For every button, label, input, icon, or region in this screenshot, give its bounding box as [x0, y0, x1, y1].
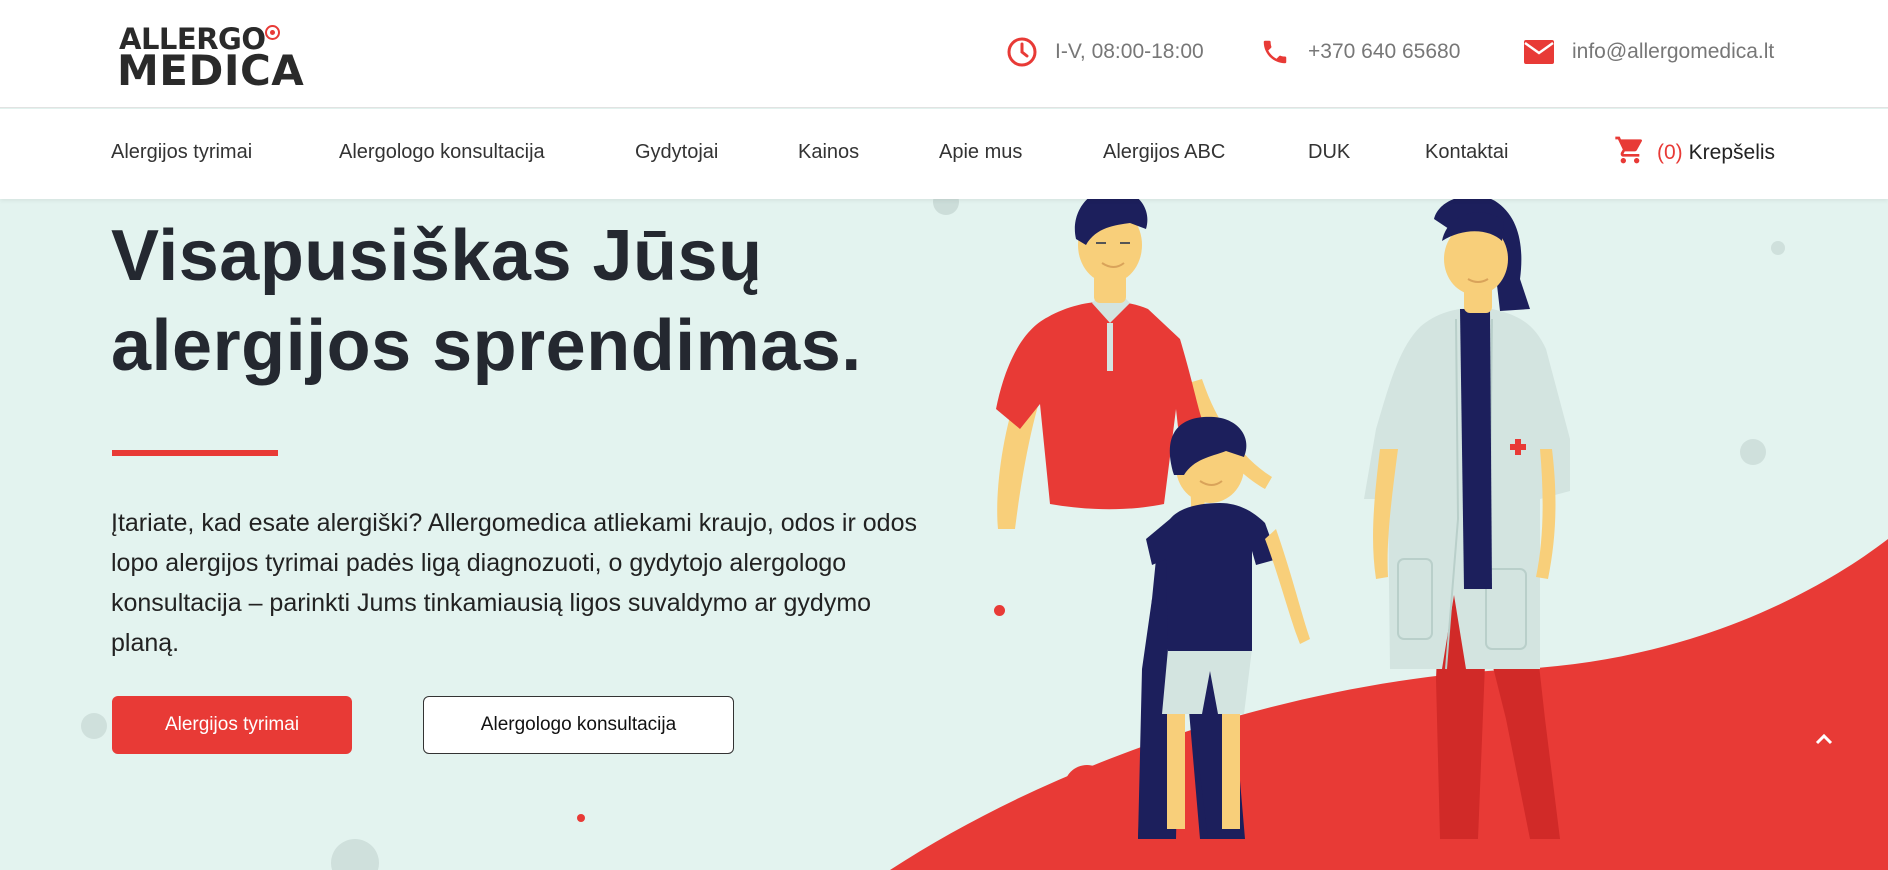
scroll-to-top-button[interactable]	[1812, 729, 1836, 753]
decor-dot	[81, 713, 107, 739]
allergy-tests-button[interactable]: Alergijos tyrimai	[112, 696, 352, 754]
hero-title-line-2: alergijos sprendimas.	[111, 306, 862, 386]
nav-item-gydytojai[interactable]: Gydytojai	[635, 141, 718, 164]
nav-item-alergijos-abc[interactable]: Alergijos ABC	[1103, 141, 1225, 164]
email-text: info@allergomedica.lt	[1572, 40, 1775, 63]
hours-text: I-V, 08:00-18:00	[1055, 40, 1204, 63]
logo-line-2: MEDICA	[117, 46, 305, 95]
title-divider	[112, 450, 278, 456]
phone-link[interactable]: +370 640 65680	[1258, 35, 1460, 69]
cart-count: (0)	[1657, 141, 1683, 164]
allergologist-consultation-button[interactable]: Alergologo konsultacija	[423, 696, 734, 754]
logo[interactable]: ALLERGO MEDICA	[117, 22, 304, 95]
family-doctor-illustration	[890, 199, 1888, 870]
mail-icon	[1522, 35, 1556, 69]
working-hours: I-V, 08:00-18:00	[1005, 35, 1204, 69]
decor-dot	[331, 839, 379, 870]
nav-item-alergijos-tyrimai[interactable]: Alergijos tyrimai	[111, 141, 252, 164]
clock-icon	[1005, 35, 1039, 69]
nav-item-apie-mus[interactable]: Apie mus	[939, 141, 1022, 164]
hero-section: Visapusiškas Jūsų alergijos sprendimas. …	[0, 199, 1888, 870]
hero-title: Visapusiškas Jūsų alergijos sprendimas.	[111, 211, 891, 391]
cart-link[interactable]: (0) Krepšelis	[1613, 135, 1775, 171]
hero-description: Įtariate, kad esate alergiški? Allergome…	[111, 509, 917, 657]
phone-icon	[1258, 35, 1292, 69]
nav-item-alergologo-konsultacija[interactable]: Alergologo konsultacija	[339, 141, 545, 164]
phone-text: +370 640 65680	[1308, 40, 1461, 63]
email-link[interactable]: info@allergomedica.lt	[1522, 35, 1774, 69]
chevron-up-icon	[1815, 732, 1833, 751]
nav-item-kontaktai[interactable]: Kontaktai	[1425, 141, 1508, 164]
nav-item-kainos[interactable]: Kainos	[798, 141, 859, 164]
decor-dot	[577, 814, 585, 822]
top-bar: ALLERGO MEDICA I-V, 08:00-18:00 +370 640…	[0, 0, 1888, 108]
main-nav: Alergijos tyrimai Alergologo konsultacij…	[0, 109, 1888, 199]
cart-icon	[1613, 134, 1647, 172]
hero-title-line-1: Visapusiškas Jūsų	[111, 216, 763, 296]
nav-item-duk[interactable]: DUK	[1308, 141, 1350, 164]
logo-mark-icon	[265, 25, 280, 40]
cart-label: Krepšelis	[1688, 141, 1776, 164]
